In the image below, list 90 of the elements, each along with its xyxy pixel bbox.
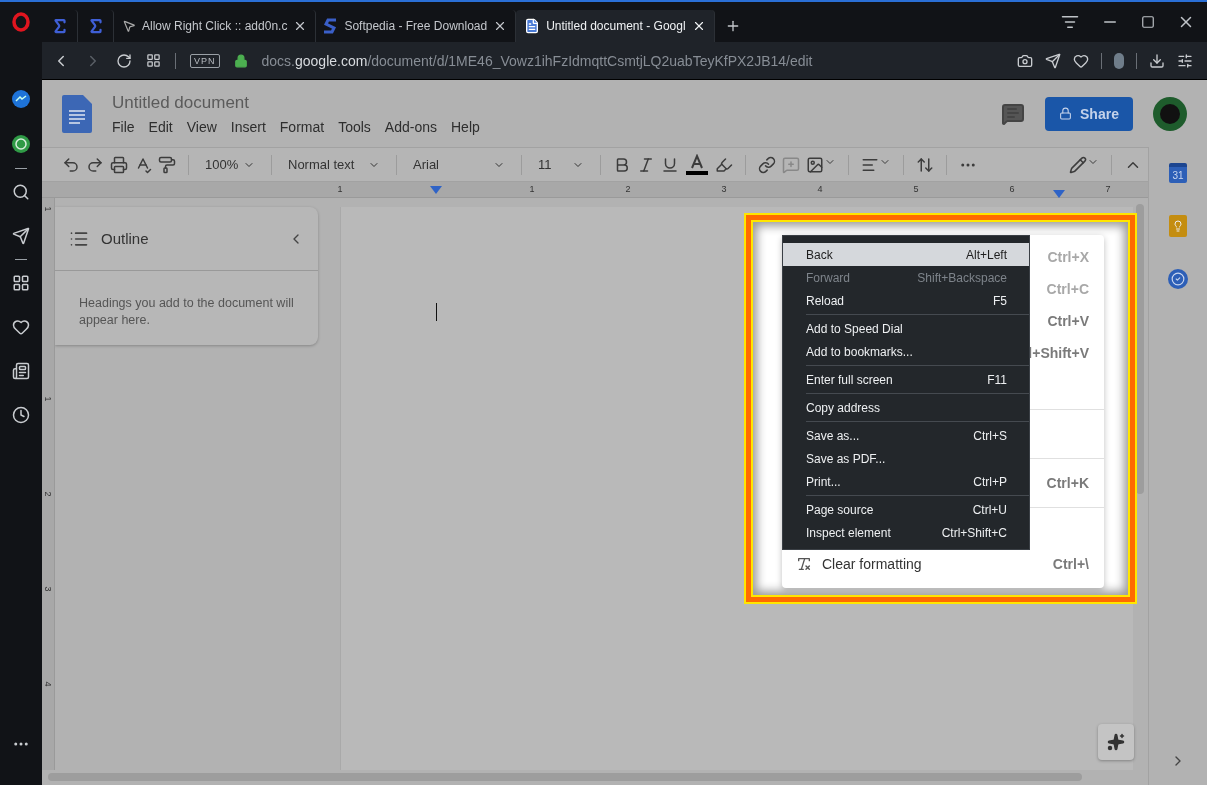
send-icon[interactable]: [1045, 52, 1061, 69]
lock-icon: [1059, 107, 1073, 120]
tab-menu-icon[interactable]: [1061, 13, 1079, 31]
line-spacing-icon[interactable]: [916, 155, 934, 174]
ruler-number: 3: [721, 184, 727, 194]
ruler-number: 2: [42, 491, 53, 497]
address-field[interactable]: docs.google.com/document/d/1ME46_Vowz1ihFzIdmqttCsmtjLQ2uabTeyKfPX2JB14/edit: [261, 52, 813, 69]
menu-item[interactable]: Tools: [338, 118, 371, 135]
camera-icon[interactable]: [1017, 52, 1033, 69]
font-dropdown[interactable]: Arial: [409, 152, 509, 177]
menu-item[interactable]: Save as PDF...: [783, 447, 1029, 470]
image-icon[interactable]: [806, 155, 836, 174]
highlighter-icon[interactable]: [715, 155, 733, 174]
ruler-number: 6: [1009, 184, 1015, 194]
check-icon[interactable]: [1168, 269, 1188, 289]
menu-item[interactable]: View: [186, 118, 217, 135]
sparkle-icon: [1107, 733, 1125, 751]
phone-bubble-icon[interactable]: [11, 134, 31, 154]
ruler-number: 3: [42, 586, 53, 592]
ruler-number: 1: [42, 396, 53, 402]
avatar[interactable]: [1153, 96, 1187, 131]
share-button[interactable]: Share: [1045, 96, 1133, 131]
news-icon[interactable]: [12, 362, 30, 380]
menu-item[interactable]: Format: [279, 118, 325, 135]
browser-tab[interactable]: Untitled document - Googl: [516, 10, 715, 42]
italic-icon[interactable]: [637, 155, 655, 174]
zoom-dropdown[interactable]: 100%: [201, 152, 259, 177]
download-icon[interactable]: [1149, 52, 1165, 69]
text-cursor: [436, 303, 437, 321]
ruler-number: 7: [1105, 184, 1111, 194]
menu-item[interactable]: Save as... Ctrl+S: [783, 424, 1029, 447]
menu-item[interactable]: Reload F5: [783, 289, 1029, 312]
clear-format-icon: [796, 556, 812, 572]
indent-marker-icon[interactable]: [430, 186, 442, 194]
outline-title: Outline: [101, 230, 150, 247]
print-icon[interactable]: [110, 155, 128, 174]
menu-item[interactable]: Print... Ctrl+P: [783, 470, 1029, 493]
menu-item[interactable]: Clear formatting Ctrl+\: [782, 548, 1104, 580]
menu-item[interactable]: Add to Speed Dial: [783, 317, 1029, 340]
ruler-number: 2: [625, 184, 631, 194]
send-icon[interactable]: [12, 227, 30, 245]
menu-item[interactable]: Back Alt+Left: [783, 243, 1029, 266]
menu-item[interactable]: Add-ons: [384, 118, 437, 135]
document-logo-icon[interactable]: [62, 94, 92, 133]
menu-item[interactable]: Copy address: [783, 396, 1029, 419]
calendar-icon[interactable]: 31: [1169, 163, 1187, 183]
mouse-icon[interactable]: [1114, 52, 1124, 69]
underline-icon[interactable]: [661, 155, 679, 174]
font-size-dropdown[interactable]: 11: [534, 152, 588, 177]
ruler-number: 4: [42, 681, 53, 687]
comment-icon[interactable]: [1001, 101, 1025, 126]
clock-icon[interactable]: [12, 406, 30, 424]
style-dropdown[interactable]: Normal text: [284, 152, 384, 177]
grid-icon[interactable]: [12, 274, 30, 292]
heart-icon[interactable]: [1073, 52, 1089, 69]
heart-icon[interactable]: [12, 318, 30, 336]
ruler-number: 1: [337, 184, 343, 194]
outline-hint: Headings you add to the document will appear here.: [78, 295, 295, 329]
menu-item[interactable]: Enter full screen F11: [783, 368, 1029, 391]
menu-item[interactable]: Insert: [230, 118, 266, 135]
mouse-icon: [122, 19, 136, 33]
s-logo-icon: [324, 18, 339, 34]
menu-item[interactable]: Inspect element Ctrl+Shift+C: [783, 521, 1029, 544]
reload-icon[interactable]: [116, 52, 132, 69]
search-icon[interactable]: [12, 183, 30, 201]
text-color-icon[interactable]: [685, 153, 709, 176]
ruler-number: 4: [817, 184, 823, 194]
undo-icon[interactable]: [62, 155, 80, 174]
ruler-number: 1: [42, 206, 53, 212]
vpn-badge[interactable]: VPN: [190, 53, 220, 68]
chat-bubble-icon[interactable]: [12, 90, 30, 108]
settings-icon[interactable]: [1177, 52, 1193, 69]
menu-item[interactable]: Edit: [148, 118, 173, 135]
document-icon: [524, 18, 541, 34]
menu-item[interactable]: File: [112, 118, 135, 135]
menu-item[interactable]: Page source Ctrl+U: [783, 498, 1029, 521]
redo-icon[interactable]: [86, 155, 104, 174]
grid-icon[interactable]: [146, 53, 161, 68]
explore-button[interactable]: [1098, 724, 1134, 760]
ring-logo-icon[interactable]: [12, 12, 30, 32]
ruler-number: 5: [913, 184, 919, 194]
indent-marker-icon[interactable]: [1053, 190, 1065, 198]
menu-item[interactable]: Add to bookmarks...: [783, 340, 1029, 363]
menu-item[interactable]: Help: [451, 118, 480, 135]
pencil-icon[interactable]: [1069, 155, 1099, 174]
lock-icon: [233, 53, 248, 68]
paint-roller-icon[interactable]: [158, 155, 176, 174]
link-icon[interactable]: [758, 155, 776, 174]
ruler-number: 1: [529, 184, 535, 194]
maximize-icon[interactable]: [1141, 15, 1155, 29]
